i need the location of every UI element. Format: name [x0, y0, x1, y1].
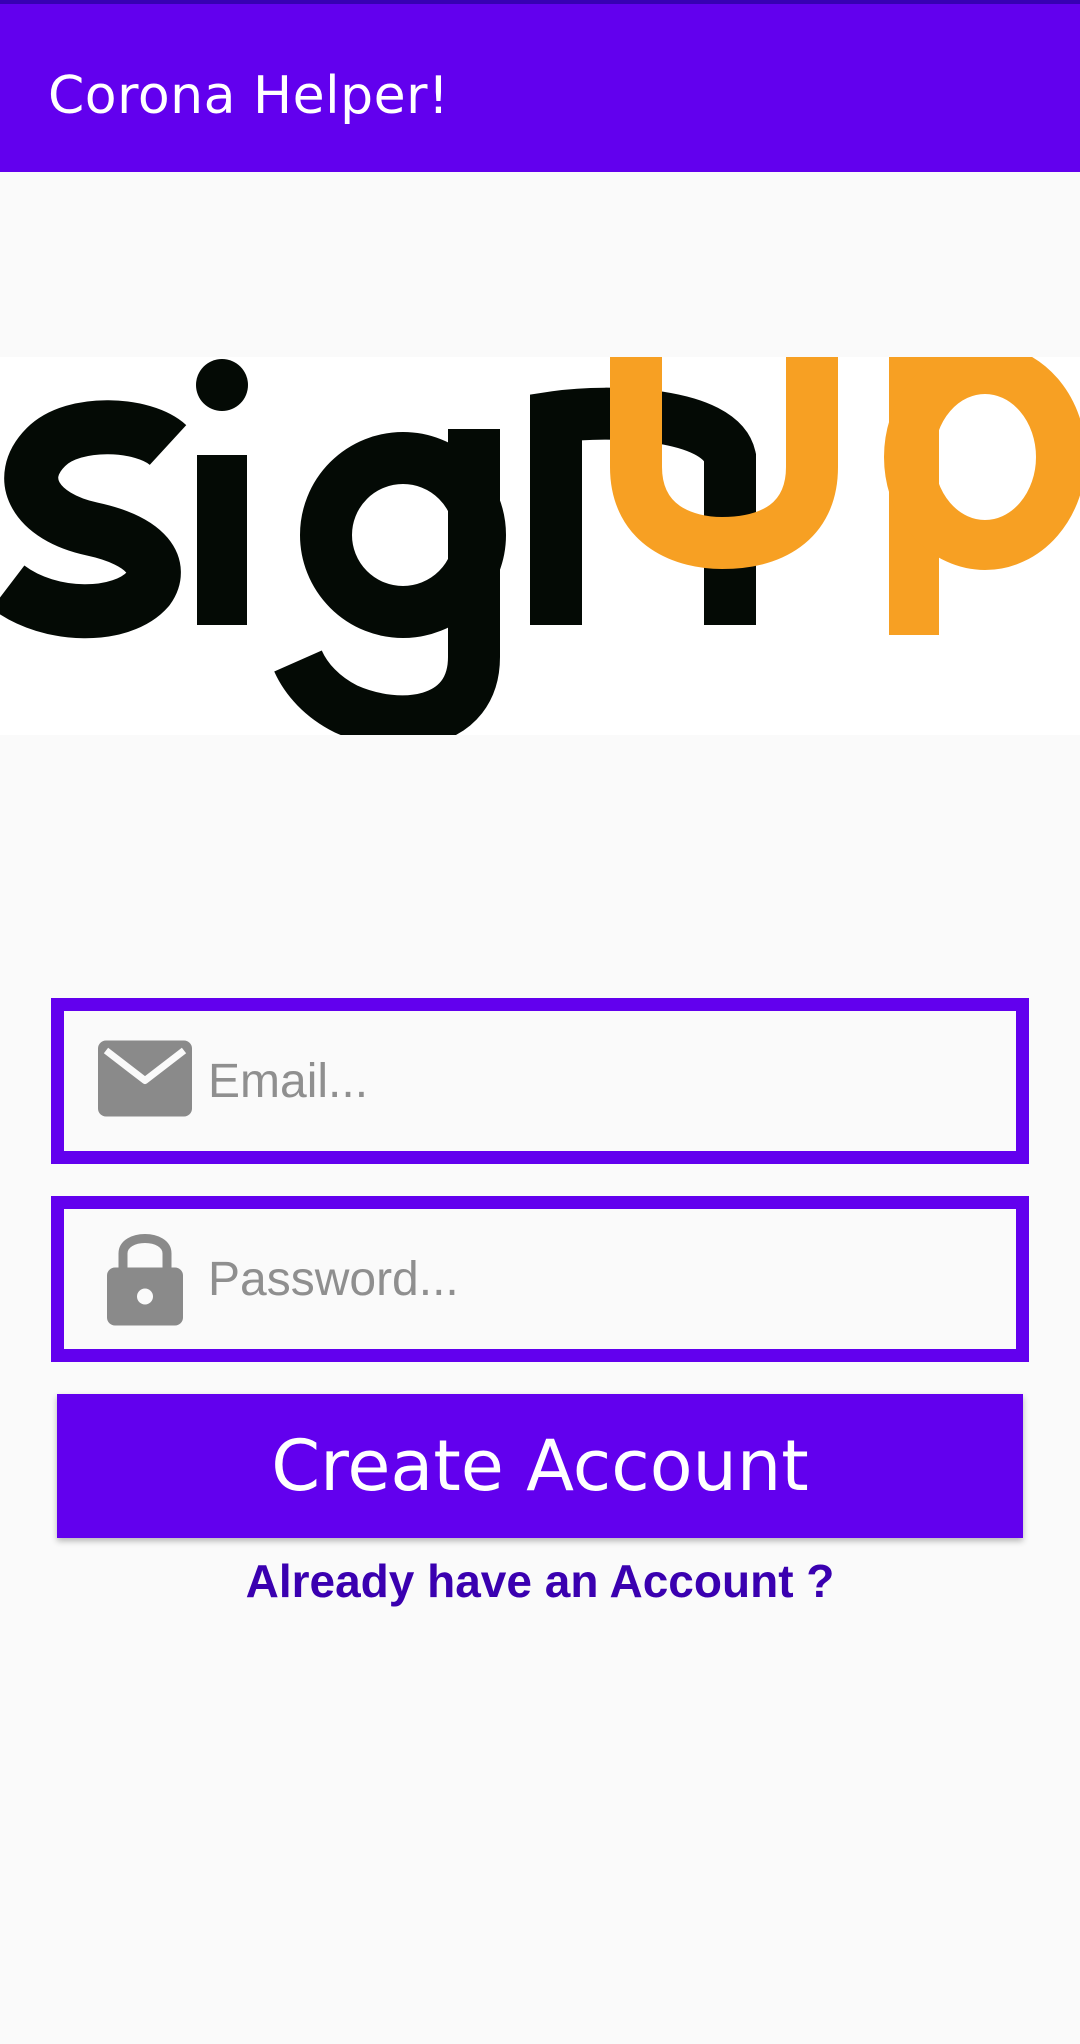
app-title: Corona Helper!: [48, 66, 450, 126]
logo-letter-s: [0, 400, 187, 639]
logo-letter-i-dot: [196, 359, 248, 411]
logo-letter-i-stem: [197, 455, 247, 625]
password-field[interactable]: [51, 1196, 1029, 1362]
email-input[interactable]: [208, 1011, 998, 1151]
password-input[interactable]: [208, 1209, 998, 1349]
signup-logo-banner: [0, 357, 1080, 735]
lock-icon: [107, 1228, 183, 1331]
app-bar: Corona Helper!: [0, 4, 1080, 172]
mail-icon: [98, 1040, 192, 1122]
already-have-account-link[interactable]: Already have an Account ?: [0, 1545, 1080, 1617]
logo-letter-p-bowl: [884, 357, 1080, 570]
email-field[interactable]: [51, 998, 1029, 1164]
signup-logo: [0, 357, 1080, 735]
create-account-button[interactable]: Create Account: [57, 1394, 1023, 1538]
